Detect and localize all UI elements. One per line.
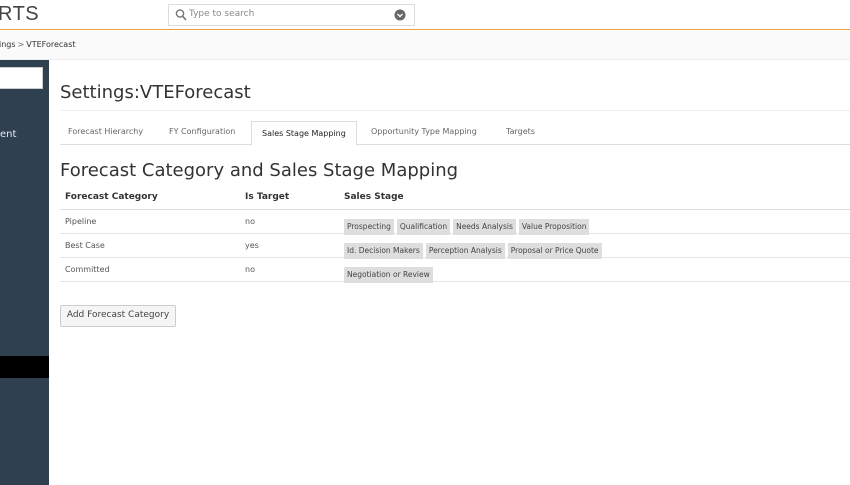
forecast-category-cell: Pipeline bbox=[65, 217, 97, 226]
global-search[interactable]: Type to search bbox=[168, 4, 415, 26]
breadcrumb: ings > VTEForecast bbox=[0, 40, 76, 49]
page-title: Settings:VTEForecast bbox=[60, 82, 251, 103]
tab-targets[interactable]: Targets bbox=[506, 127, 535, 136]
tab-sales-stage-mapping[interactable]: Sales Stage Mapping bbox=[251, 121, 357, 146]
sales-stage-cell: Negotiation or Review bbox=[344, 262, 436, 283]
add-forecast-category-button[interactable]: Add Forecast Category bbox=[60, 305, 176, 327]
top-bar: RTS Type to search bbox=[0, 0, 850, 30]
sales-stage-badge: Id. Decision Makers bbox=[344, 243, 423, 259]
title-divider bbox=[60, 110, 850, 111]
sales-stage-badge: Perception Analysis bbox=[425, 243, 505, 259]
tab-opportunity-type-mapping[interactable]: Opportunity Type Mapping bbox=[371, 127, 477, 136]
table-header: Forecast Category Is Target Sales Stage bbox=[60, 186, 850, 210]
breadcrumb-bar: ings > VTEForecast bbox=[0, 31, 850, 60]
column-header-forecast-category: Forecast Category bbox=[65, 192, 158, 202]
forecast-category-cell: Best Case bbox=[65, 241, 105, 250]
table-row[interactable]: Pipeline no Prospecting Qualification Need… bbox=[60, 210, 850, 235]
is-target-cell: yes bbox=[245, 241, 259, 250]
sales-stage-badge: Negotiation or Review bbox=[344, 267, 433, 283]
sales-stage-badge: Proposal or Price Quote bbox=[507, 243, 602, 259]
breadcrumb-separator-icon: > bbox=[17, 40, 25, 49]
sales-stage-badge: Value Proposition bbox=[518, 219, 590, 235]
is-target-cell: no bbox=[245, 217, 255, 226]
main-content: Settings:VTEForecast Forecast Hierarchy … bbox=[60, 60, 850, 485]
sales-stage-cell: Id. Decision Makers Perception Analysis Pr… bbox=[344, 238, 605, 259]
tab-forecast-hierarchy[interactable]: Forecast Hierarchy bbox=[68, 127, 143, 136]
table-row[interactable]: Best Case yes Id. Decision Makers Percept… bbox=[60, 234, 850, 259]
is-target-cell: no bbox=[245, 265, 255, 274]
sidebar: ent bbox=[0, 60, 49, 485]
breadcrumb-current: VTEForecast bbox=[26, 40, 76, 49]
search-input[interactable]: Type to search bbox=[189, 9, 254, 19]
sidebar-item[interactable]: ent bbox=[0, 129, 16, 140]
sales-stage-badge: Qualification bbox=[396, 219, 451, 235]
sidebar-active-item[interactable] bbox=[0, 356, 49, 378]
app-logo[interactable]: RTS bbox=[0, 3, 39, 26]
forecast-category-cell: Committed bbox=[65, 265, 110, 274]
column-header-is-target: Is Target bbox=[245, 192, 290, 202]
settings-tabs: Forecast Hierarchy FY Configuration Sale… bbox=[60, 121, 850, 146]
section-title: Forecast Category and Sales Stage Mappin… bbox=[60, 160, 459, 181]
chevron-down-circle-icon[interactable] bbox=[394, 9, 406, 21]
sales-stage-badge: Needs Analysis bbox=[453, 219, 516, 235]
table-row[interactable]: Committed no Negotiation or Review bbox=[60, 258, 850, 283]
column-header-sales-stage: Sales Stage bbox=[344, 192, 404, 202]
tab-fy-configuration[interactable]: FY Configuration bbox=[169, 127, 235, 136]
sales-stage-cell: Prospecting Qualification Needs Analysis Va… bbox=[344, 214, 592, 235]
sidebar-search-input[interactable] bbox=[0, 67, 43, 89]
breadcrumb-parent[interactable]: ings bbox=[0, 40, 16, 49]
search-icon bbox=[175, 9, 187, 21]
sales-stage-badge: Prospecting bbox=[344, 219, 394, 235]
